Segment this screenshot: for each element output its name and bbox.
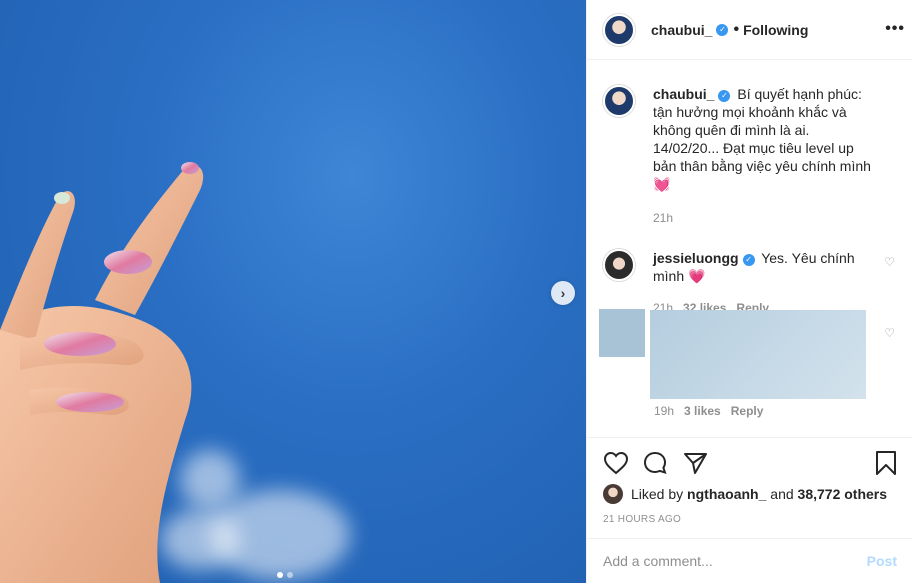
comment-username[interactable]: jessieluongg	[653, 250, 739, 266]
carousel-indicator	[277, 572, 293, 578]
following-button[interactable]: Following	[743, 22, 808, 38]
verified-badge-icon: ✓	[716, 23, 729, 36]
caption-username[interactable]: chaubui_	[653, 86, 714, 102]
comment-time[interactable]: 19h	[654, 404, 674, 418]
heart-icon[interactable]: ♡	[884, 255, 895, 269]
add-comment-bar: Post	[587, 538, 912, 583]
comment-likes[interactable]: 3 likes	[684, 404, 721, 418]
post-comment-button[interactable]: Post	[867, 553, 897, 569]
more-options-icon[interactable]: •••	[885, 20, 905, 38]
reply-button[interactable]: Reply	[731, 404, 764, 418]
liked-by-prefix: Liked by	[631, 486, 684, 502]
liked-by-and: and	[770, 486, 794, 502]
likes-summary: Liked by ngthaoanh_ and 38,772 others	[603, 484, 897, 504]
carousel-dot	[287, 572, 293, 578]
comments-list[interactable]: chaubui_ ✓ Bí quyết hạnh phúc: tận hưởng …	[587, 61, 912, 437]
caption-time[interactable]: 21h	[653, 209, 673, 227]
comment-input[interactable]	[603, 553, 867, 569]
avatar[interactable]	[603, 249, 635, 281]
comment-meta: 19h 3 likes Reply	[654, 404, 763, 418]
avatar[interactable]	[603, 484, 623, 504]
liked-by-user[interactable]: ngthaoanh_	[687, 486, 766, 502]
post-photo[interactable]: ›	[0, 0, 586, 583]
avatar[interactable]	[603, 13, 635, 46]
redacted-avatar	[599, 309, 645, 357]
carousel-dot-active	[277, 572, 283, 578]
verified-badge-icon: ✓	[742, 254, 755, 266]
share-icon[interactable]	[683, 451, 709, 475]
verified-badge-icon: ✓	[718, 90, 731, 102]
redacted-comment-text	[650, 310, 866, 399]
chevron-right-icon: ›	[560, 285, 566, 301]
liked-by-count[interactable]: 38,772 others	[798, 486, 888, 502]
separator: •	[733, 20, 740, 38]
header-username[interactable]: chaubui_	[651, 22, 712, 38]
heart-icon[interactable]	[603, 451, 629, 475]
bookmark-icon[interactable]	[875, 450, 897, 476]
carousel-next-button[interactable]: ›	[551, 281, 575, 305]
heart-icon[interactable]: ♡	[884, 326, 895, 340]
post-side-panel: chaubui_ ✓ • Following ••• chaubui_ ✓ Bí …	[586, 0, 912, 583]
post-header: chaubui_ ✓ • Following •••	[587, 0, 912, 60]
post-timestamp[interactable]: 21 HOURS AGO	[603, 514, 897, 525]
comment-item: jessieluongg ✓ Yes. Yêu chính mình 💗 21h …	[603, 249, 897, 317]
post-actions: Liked by ngthaoanh_ and 38,772 others 21…	[587, 437, 912, 525]
avatar[interactable]	[603, 85, 635, 117]
comment-icon[interactable]	[643, 451, 669, 475]
hand-illustration	[0, 162, 204, 583]
post-caption: chaubui_ ✓ Bí quyết hạnh phúc: tận hưởng …	[603, 85, 897, 227]
